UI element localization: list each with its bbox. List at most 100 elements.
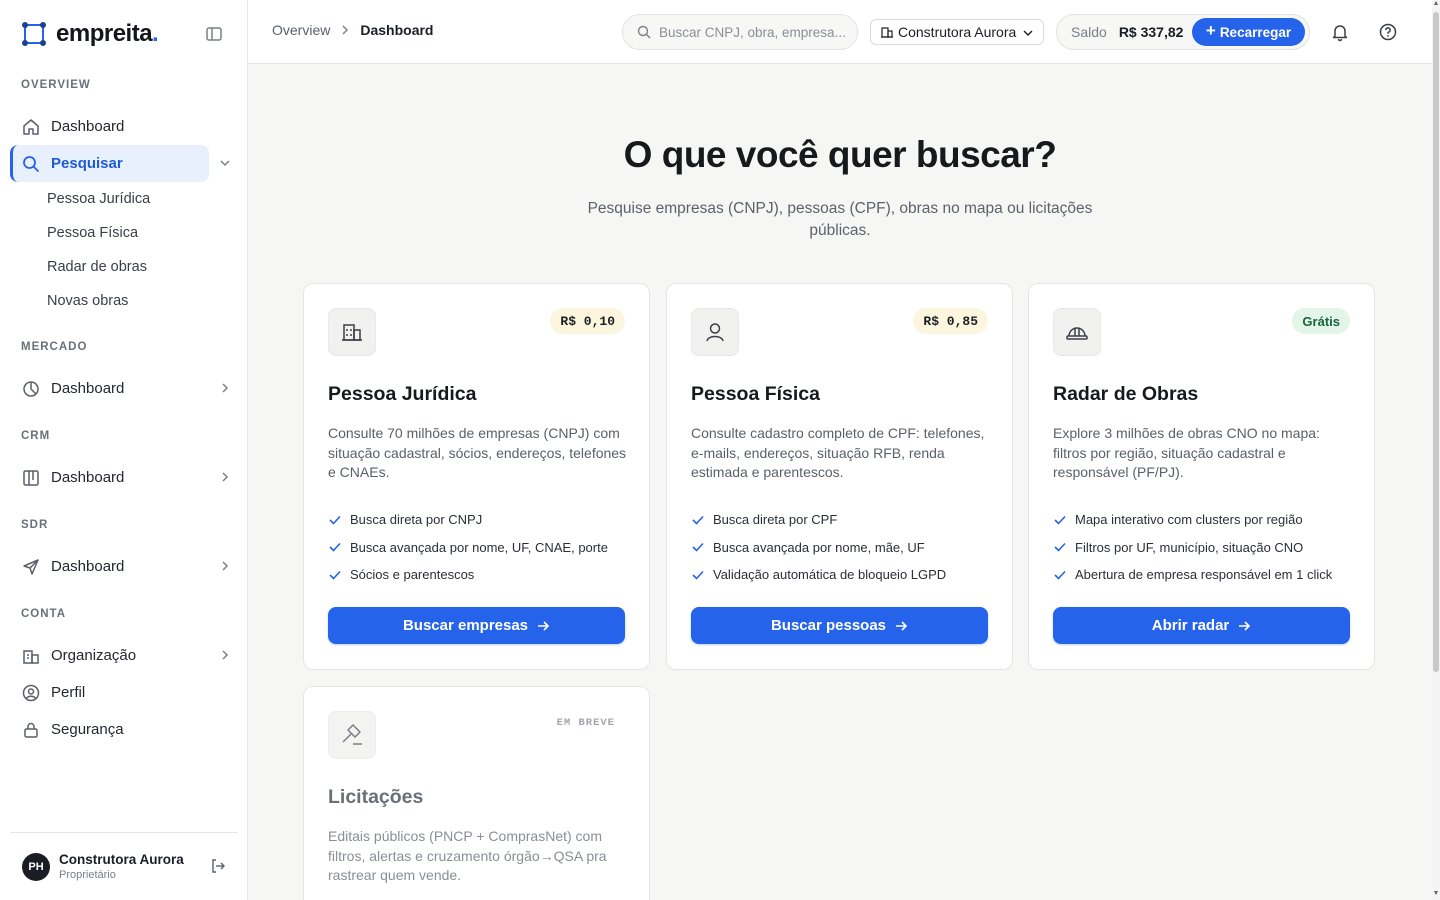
feature-label: Mapa interativo com clusters por região	[1075, 512, 1303, 528]
buscar-empresas-button[interactable]: Buscar empresas	[328, 607, 625, 644]
chevron-right-icon	[222, 472, 229, 482]
sidebar-item-sdr-dashboard[interactable]: Dashboard	[10, 548, 238, 585]
gavel-icon	[342, 724, 362, 745]
search-icon	[23, 155, 39, 172]
card-description: Consulte 70 milhões de empresas (CNPJ) c…	[328, 425, 627, 481]
coming-soon-badge: EM BREVE	[556, 717, 615, 729]
sidebar-item-organizacao[interactable]: Organização	[10, 637, 238, 674]
help-icon[interactable]	[1378, 22, 1398, 42]
breadcrumb: Overview Dashboard	[272, 22, 433, 38]
check-icon	[1054, 543, 1066, 552]
cta-label: Buscar empresas	[402, 617, 529, 634]
check-icon	[329, 543, 341, 552]
sidebar-subitem-pessoa-fisica[interactable]: Pessoa Física	[10, 216, 238, 250]
search-input[interactable]	[659, 24, 849, 40]
sidebar-item-dashboard[interactable]: Dashboard	[10, 108, 238, 145]
chevron-down-icon[interactable]	[218, 156, 232, 170]
section-mercado: MERCADO	[21, 341, 88, 353]
buscar-pessoas-button[interactable]: Buscar pessoas	[691, 607, 988, 644]
sidebar-item-crm-dashboard[interactable]: Dashboard	[10, 459, 238, 496]
sidebar-item-label: Dashboard	[51, 118, 125, 135]
scrollbar-thumb[interactable]	[1433, 12, 1439, 672]
feature-label: Abertura de empresa responsável em 1 cli…	[1075, 567, 1333, 583]
brand-name: empreita.	[56, 20, 159, 47]
feature-label: Filtros por UF, município, situação CNO	[1075, 539, 1304, 555]
organization-name: Construtora Aurora	[898, 24, 1017, 40]
feature-item: Abertura de empresa responsável em 1 cli…	[1053, 561, 1353, 589]
user-name: Construtora Aurora	[59, 852, 184, 867]
scroll-up-icon[interactable]: ▲	[1432, 0, 1440, 10]
user-circle-icon	[22, 684, 40, 701]
feature-list: Busca direta por CNPJ Busca avançada por…	[328, 506, 628, 589]
avatar: PH	[22, 852, 50, 881]
sidebar-item-mercado-dashboard[interactable]: Dashboard	[10, 370, 238, 407]
abrir-radar-button[interactable]: Abrir radar	[1053, 607, 1350, 644]
search-icon	[637, 25, 651, 39]
feature-list: Mapa interativo com clusters por região …	[1053, 506, 1353, 589]
arrow-right-icon	[1239, 620, 1251, 631]
card-title: Licitações	[328, 786, 424, 808]
section-conta: CONTA	[21, 608, 67, 620]
card-icon-wrap	[328, 711, 376, 759]
card-title: Pessoa Física	[691, 383, 820, 405]
free-badge: Grátis	[1292, 308, 1350, 334]
sidebar-item-label: Organização	[51, 647, 137, 664]
sidebar-subitem-radar-de-obras[interactable]: Radar de obras	[10, 250, 238, 284]
user-icon	[706, 323, 724, 342]
breadcrumb-dashboard: Dashboard	[360, 22, 434, 38]
recharge-button[interactable]: + Recarregar	[1192, 18, 1305, 46]
sidebar-item-label: Dashboard	[51, 380, 125, 397]
breadcrumb-overview[interactable]: Overview	[272, 22, 330, 38]
lock-icon	[24, 722, 38, 738]
feature-item: Busca avançada por nome, UF, CNAE, porte	[328, 534, 628, 562]
feature-item: Filtros por UF, município, situação CNO	[1053, 534, 1353, 562]
scroll-down-icon[interactable]: ▼	[1432, 890, 1440, 900]
sidebar-toggle-icon[interactable]	[204, 24, 224, 44]
sidebar: empreita. OVERVIEW Dashboard Pesquisar P…	[0, 0, 248, 900]
sidebar-subitem-novas-obras[interactable]: Novas obras	[10, 284, 238, 318]
card-icon-wrap	[328, 308, 376, 356]
chevron-right-icon	[222, 650, 229, 660]
organization-select[interactable]: Construtora Aurora	[870, 19, 1044, 45]
bell-icon[interactable]	[1330, 22, 1350, 42]
sidebar-item-perfil[interactable]: Perfil	[10, 674, 238, 711]
building-icon	[23, 649, 39, 664]
section-overview: OVERVIEW	[21, 79, 91, 91]
sidebar-item-label: Perfil	[51, 684, 86, 701]
card-title: Radar de Obras	[1053, 383, 1199, 405]
feature-label: Busca direta por CNPJ	[350, 512, 483, 528]
hard-hat-icon	[1066, 327, 1088, 340]
card-pessoa-juridica: R$ 0,10 Pessoa Jurídica Consulte 70 milh…	[303, 283, 650, 670]
card-pessoa-fisica: R$ 0,85 Pessoa Física Consulte cadastro …	[666, 283, 1013, 670]
logout-icon[interactable]	[210, 858, 226, 874]
kanban-icon	[23, 469, 39, 486]
check-icon	[1054, 570, 1066, 580]
global-search[interactable]	[622, 14, 858, 50]
feature-item: Busca direta por CNPJ	[328, 506, 628, 534]
building-icon	[881, 27, 893, 38]
sidebar-subitem-pessoa-juridica[interactable]: Pessoa Jurídica	[10, 182, 238, 216]
check-icon	[692, 543, 704, 552]
cta-label: Abrir radar	[1151, 617, 1230, 634]
plus-icon: +	[1205, 21, 1216, 40]
card-title: Pessoa Jurídica	[328, 383, 477, 405]
balance-value: R$ 337,82	[1118, 24, 1184, 40]
section-crm: CRM	[21, 430, 51, 442]
user-role: Proprietário	[59, 869, 116, 881]
feature-label: Busca avançada por nome, UF, CNAE, porte	[350, 539, 608, 555]
user-profile[interactable]: PH Construtora Aurora Proprietário	[10, 832, 238, 900]
sidebar-item-pesquisar[interactable]: Pesquisar	[10, 145, 230, 182]
card-description: Editais públicos (PNCP + ComprasNet) com…	[328, 828, 607, 884]
brand-logo[interactable]: empreita.	[20, 16, 228, 52]
section-sdr: SDR	[21, 519, 49, 531]
feature-label: Busca avançada por nome, mãe, UF	[713, 539, 925, 555]
chevron-right-icon	[222, 383, 229, 393]
card-description: Explore 3 milhões de obras CNO no mapa: …	[1053, 425, 1320, 481]
recharge-label: Recarregar	[1219, 24, 1292, 40]
arrow-right-icon	[538, 620, 550, 631]
page-scrollbar[interactable]: ▲ ▼	[1432, 0, 1440, 900]
check-icon	[692, 515, 704, 525]
sidebar-item-seguranca[interactable]: Segurança	[10, 711, 238, 748]
feature-label: Busca direta por CPF	[713, 512, 838, 528]
card-description: Consulte cadastro completo de CPF: telef…	[691, 425, 985, 481]
